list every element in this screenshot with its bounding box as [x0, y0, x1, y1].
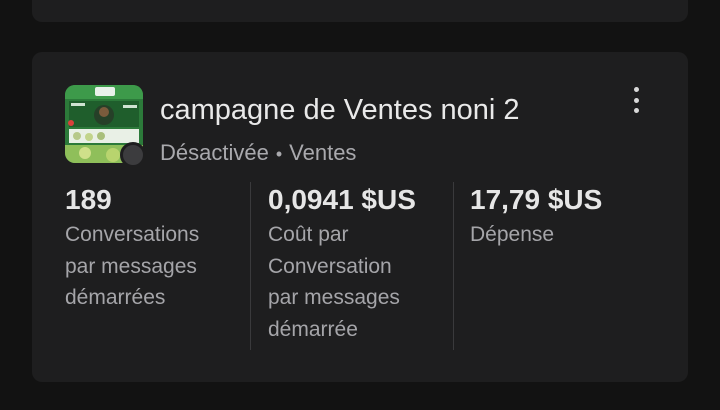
metric-value: 0,0941 $US	[268, 184, 416, 215]
metric-label-line: Conversations	[65, 223, 200, 246]
status-indicator-dot	[120, 142, 146, 168]
metric-label-line: Dépense	[470, 223, 555, 246]
campaign-card[interactable]: campagne de Ventes noni 2 Désactivée • Ven…	[32, 52, 688, 382]
previous-campaign-card[interactable]	[32, 0, 688, 22]
metric-label-line: démarrée	[268, 317, 358, 341]
metric-conversations: 189 Conversations par messages démarrées	[65, 183, 255, 314]
metric-divider	[453, 182, 454, 350]
metric-label-line: Conversation	[268, 254, 392, 278]
metric-label-line: par messages	[65, 254, 197, 278]
campaign-subtitle: Désactivée • Ventes	[160, 140, 356, 166]
subtitle-separator: •	[275, 144, 283, 164]
campaign-title[interactable]: campagne de Ventes noni 2	[160, 94, 520, 127]
more-options-icon[interactable]	[626, 85, 646, 115]
metric-value: 189	[65, 184, 112, 215]
metric-label-line: par messages	[268, 286, 400, 309]
metric-cost-per-conversation: 0,0941 $US Coût par Conversation par mes…	[268, 183, 458, 345]
metric-label-line: démarrées	[65, 286, 166, 309]
metric-value: 17,79 $US	[470, 184, 603, 215]
metric-label-line: Coût par	[268, 223, 349, 246]
campaign-status: Désactivée	[160, 140, 269, 165]
metric-spend: 17,79 $US Dépense	[470, 183, 660, 251]
campaign-objective: Ventes	[289, 140, 357, 165]
metric-divider	[250, 182, 251, 350]
